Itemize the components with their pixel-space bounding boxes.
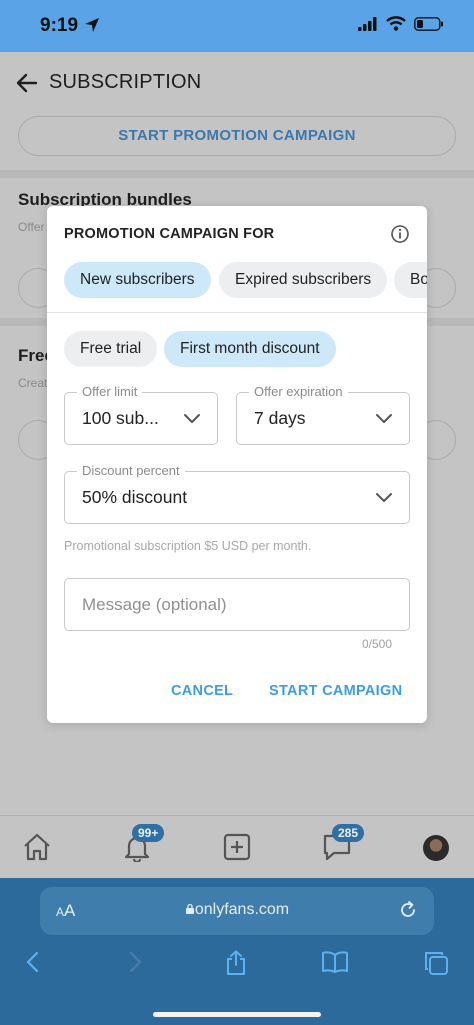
bundles-subtitle: Offer: [18, 220, 45, 234]
chip-new-subscribers[interactable]: New subscribers: [64, 262, 211, 298]
chip-free-trial[interactable]: Free trial: [64, 331, 158, 367]
discount-percent-value: 50% discount: [82, 487, 188, 507]
address-bar[interactable]: AA onlyfans.com: [40, 887, 434, 935]
battery-icon: [414, 16, 444, 36]
page-title: SUBSCRIPTION: [49, 71, 202, 93]
add-post-icon[interactable]: [222, 832, 252, 867]
back-arrow-icon[interactable]: [16, 72, 38, 99]
notifications-badge: 99+: [132, 824, 165, 842]
browser-forward-icon[interactable]: [124, 950, 146, 979]
offer-limit-select[interactable]: Offer limit 100 sub...: [64, 384, 218, 445]
bottom-nav: 99+ 285: [0, 815, 474, 878]
offer-limit-value: 100 sub...: [82, 408, 159, 428]
status-indicators: [358, 16, 444, 36]
message-input[interactable]: Message (optional): [64, 578, 410, 631]
character-counter: 0/500: [361, 637, 392, 651]
chevron-down-icon: [183, 412, 201, 430]
bookmarks-icon[interactable]: [321, 950, 349, 979]
start-promotion-campaign-button[interactable]: START PROMOTION CAMPAIGN: [18, 116, 456, 156]
chip-expired-subscribers[interactable]: Expired subscribers: [219, 262, 388, 298]
url-display[interactable]: onlyfans.com: [40, 901, 434, 919]
share-icon[interactable]: [224, 950, 248, 981]
safari-toolbar: AA onlyfans.com: [0, 878, 474, 1025]
avatar[interactable]: [423, 835, 449, 861]
discount-percent-label: Discount percent: [77, 463, 185, 478]
notifications-bell-icon[interactable]: 99+: [122, 824, 165, 867]
section-divider: [0, 170, 474, 178]
promotion-campaign-dialog: PROMOTION CAMPAIGN FOR New subscribers E…: [47, 206, 427, 723]
tabs-icon[interactable]: [423, 950, 449, 981]
reload-icon[interactable]: [398, 900, 418, 925]
signal-icon: [358, 16, 378, 36]
free-trial-subtitle: Creat: [18, 376, 48, 390]
dialog-divider: [47, 312, 427, 313]
chip-first-month-discount[interactable]: First month discount: [164, 331, 336, 367]
app-header: SUBSCRIPTION: [0, 52, 474, 112]
status-time: 9:19: [40, 15, 79, 36]
offer-expiration-select[interactable]: Offer expiration 7 days: [236, 384, 410, 445]
promotion-hint: Promotional subscription $5 USD per mont…: [64, 539, 312, 553]
start-campaign-button[interactable]: START CAMPAIGN: [269, 683, 402, 699]
location-arrow-icon: [84, 17, 100, 38]
home-indicator: [153, 1012, 321, 1017]
chevron-down-icon: [375, 491, 393, 509]
cancel-button[interactable]: CANCEL: [171, 683, 233, 699]
browser-back-icon[interactable]: [22, 950, 44, 979]
messages-badge: 285: [332, 824, 365, 842]
info-icon[interactable]: [390, 224, 410, 249]
url-text: onlyfans.com: [194, 901, 290, 918]
chip-bo[interactable]: Bo: [394, 262, 427, 298]
messages-icon[interactable]: 285: [322, 824, 365, 867]
offer-limit-label: Offer limit: [77, 384, 143, 399]
home-icon[interactable]: [22, 832, 52, 867]
message-placeholder: Message (optional): [82, 595, 227, 614]
chevron-down-icon: [375, 412, 393, 430]
status-bar: 9:19: [0, 0, 474, 52]
discount-percent-select[interactable]: Discount percent 50% discount: [64, 463, 410, 524]
offer-expiration-label: Offer expiration: [249, 384, 348, 399]
lock-icon: [185, 903, 194, 914]
dialog-title: PROMOTION CAMPAIGN FOR: [64, 226, 275, 242]
wifi-icon: [386, 16, 406, 36]
offer-expiration-value: 7 days: [254, 408, 306, 428]
